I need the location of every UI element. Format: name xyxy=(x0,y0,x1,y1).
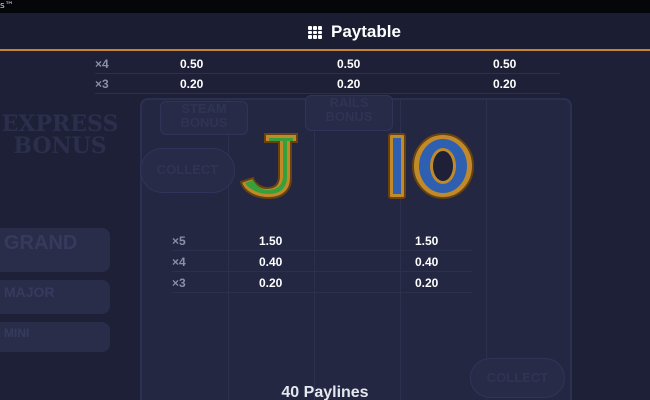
background-express-bonus-logo: EXPRESS BONUS xyxy=(1,111,119,159)
multiplier-label: ×4 xyxy=(95,57,109,71)
window-title-bar: s™ xyxy=(0,0,650,13)
payout-value: 0.20 xyxy=(337,77,361,91)
payout-value: 0.20 xyxy=(415,276,439,290)
letter-j-symbol xyxy=(235,128,310,203)
paytable-row: ×3 0.20 0.20 0.20 xyxy=(95,74,560,94)
payout-value: 0.20 xyxy=(493,77,517,91)
multiplier-label: ×3 xyxy=(172,276,186,290)
paytable-header: Paytable xyxy=(0,13,650,51)
payout-value: 0.40 xyxy=(415,255,439,269)
background-game-board: STEAM BONUS RAILS BONUS EXPRESS BONUS CO… xyxy=(0,53,650,400)
multiplier-label: ×5 xyxy=(172,234,186,248)
payout-value: 0.50 xyxy=(180,57,204,71)
paylines-heading: 40 Paylines xyxy=(281,384,369,400)
payout-value: 0.50 xyxy=(493,57,517,71)
payout-value: 0.20 xyxy=(180,77,204,91)
payout-value: 0.20 xyxy=(259,276,283,290)
paytable-row: ×4 0.50 0.50 0.50 xyxy=(95,54,560,74)
payout-value: 0.40 xyxy=(259,255,283,269)
background-jackpot-panel: GRAND MAJOR MINI xyxy=(0,228,110,360)
background-major-jackpot: MAJOR xyxy=(0,280,110,314)
background-rails-bonus-badge: RAILS BONUS xyxy=(305,95,393,131)
grid-menu-icon[interactable] xyxy=(308,26,322,39)
payout-value: 1.50 xyxy=(415,234,439,248)
paytable-row: ×3 0.20 0.20 xyxy=(172,273,472,293)
paytable-row: ×5 1.50 1.50 xyxy=(172,231,472,251)
number-ten-symbol xyxy=(385,130,477,202)
payout-value: 1.50 xyxy=(259,234,283,248)
multiplier-label: ×4 xyxy=(172,255,186,269)
payout-value: 0.50 xyxy=(337,57,361,71)
page-title: Paytable xyxy=(331,22,401,41)
background-mini-jackpot: MINI xyxy=(0,322,110,352)
background-collect-badge: COLLECT xyxy=(140,148,235,193)
window-title: s™ xyxy=(0,1,14,11)
background-grand-jackpot: GRAND xyxy=(0,228,110,272)
multiplier-label: ×3 xyxy=(95,77,109,91)
paytable-row: ×4 0.40 0.40 xyxy=(172,252,472,272)
